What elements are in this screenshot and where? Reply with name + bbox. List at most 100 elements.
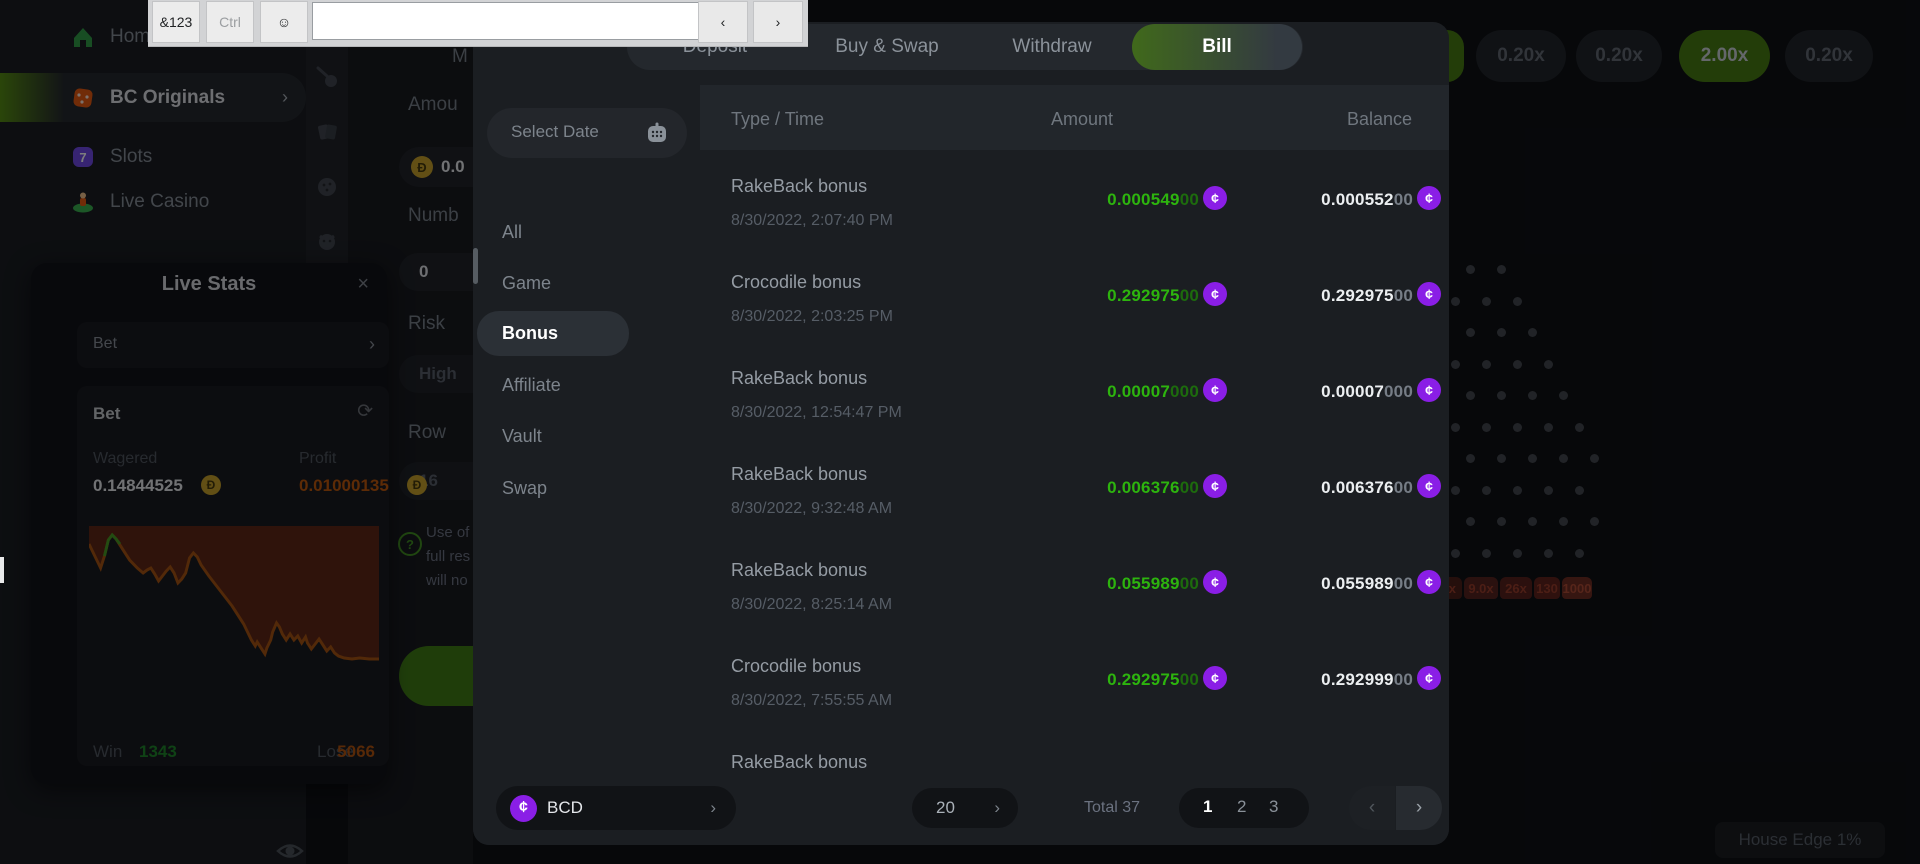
- row-time: 8/30/2022, 9:32:48 AM: [731, 500, 892, 518]
- text-cursor-artifact: [0, 557, 4, 583]
- row-balance: 0.00637600: [1321, 478, 1413, 498]
- row-balance: 0.00007000: [1321, 382, 1413, 402]
- bcd-coin-icon: ¢: [1203, 474, 1227, 498]
- row-amount: 0.29297500: [1107, 670, 1199, 690]
- bcd-coin-icon: ¢: [1203, 666, 1227, 690]
- row-balance: 0.29299900: [1321, 670, 1413, 690]
- table-row: Crocodile bonus 8/30/2022, 7:55:55 AM 0.29…: [473, 632, 1449, 728]
- tab-bill[interactable]: Bill: [1132, 24, 1302, 70]
- balance-main: 0.055989: [1321, 574, 1394, 593]
- row-amount: 0.00054900: [1107, 190, 1199, 210]
- row-time: 8/30/2022, 12:54:47 PM: [731, 404, 902, 422]
- balance-main: 0.000552: [1321, 190, 1394, 209]
- row-amount: 0.00007000: [1107, 382, 1199, 402]
- modal-footer: ¢ BCD › 20 › Total 37 1 2 3 ‹ ›: [473, 775, 1449, 845]
- row-time: 8/30/2022, 2:07:40 PM: [731, 212, 893, 230]
- col-amount: Amount: [1028, 109, 1113, 130]
- tab-label: Buy & Swap: [835, 36, 939, 58]
- select-date-placeholder: Select Date: [511, 122, 599, 142]
- tab-label: Bill: [1202, 36, 1232, 58]
- amount-main: 0.292975: [1107, 670, 1180, 689]
- balance-main: 0.292999: [1321, 670, 1394, 689]
- amount-main: 0.00007: [1107, 382, 1170, 401]
- bcd-coin-icon: ¢: [1417, 666, 1441, 690]
- amount-trailing-zeros: 00: [1180, 670, 1199, 689]
- row-time: 8/30/2022, 7:55:55 AM: [731, 692, 892, 710]
- row-type: RakeBack bonus: [731, 464, 867, 485]
- chevron-right-icon: ›: [710, 798, 716, 818]
- amount-main: 0.006376: [1107, 478, 1180, 497]
- bcd-coin-icon: ¢: [1417, 474, 1441, 498]
- row-type: Crocodile bonus: [731, 272, 861, 293]
- select-date-input[interactable]: Select Date: [487, 108, 687, 158]
- row-type: RakeBack bonus: [731, 176, 867, 197]
- page-2[interactable]: 2: [1237, 797, 1246, 817]
- row-amount: 0.05598900: [1107, 574, 1199, 594]
- table-row: Crocodile bonus 8/30/2022, 2:03:25 PM 0.29…: [473, 248, 1449, 344]
- page-1[interactable]: 1: [1203, 797, 1212, 817]
- amount-main: 0.292975: [1107, 286, 1180, 305]
- balance-trailing-zeros: 00: [1394, 574, 1413, 593]
- table-row: RakeBack bonus8/30/2022, 12:54:47 PM0.00…: [473, 344, 1449, 440]
- balance-trailing-zeros: 00: [1394, 286, 1413, 305]
- tab-label: Withdraw: [1012, 36, 1091, 58]
- keyboard-key-ctrl[interactable]: Ctrl: [206, 1, 254, 43]
- bcd-coin-icon: ¢: [1417, 186, 1441, 210]
- row-amount: 0.00637600: [1107, 478, 1199, 498]
- keyboard-prev-button[interactable]: ‹: [698, 1, 748, 43]
- keyboard-key-emoji[interactable]: ☺: [260, 1, 308, 43]
- amount-trailing-zeros: 00: [1180, 574, 1199, 593]
- col-type-time: Type / Time: [731, 109, 824, 130]
- amount-trailing-zeros: 00: [1180, 190, 1199, 209]
- amount-trailing-zeros: 00: [1180, 478, 1199, 497]
- row-time: 8/30/2022, 2:03:25 PM: [731, 308, 893, 326]
- row-amount: 0.29297500: [1107, 286, 1199, 306]
- bcd-coin-icon: ¢: [1203, 378, 1227, 402]
- tab-buy-swap[interactable]: Buy & Swap: [817, 24, 957, 70]
- bcd-coin-icon: ¢: [510, 795, 537, 822]
- row-type: RakeBack bonus: [731, 560, 867, 581]
- next-page-button[interactable]: ›: [1396, 786, 1442, 830]
- table-row: RakeBack bonus 8/30/2022, 8:25:14 AM 0.055…: [473, 536, 1449, 632]
- page-3[interactable]: 3: [1269, 797, 1278, 817]
- calendar-icon: [647, 122, 667, 144]
- total-count: Total 37: [1084, 799, 1140, 817]
- balance-main: 0.006376: [1321, 478, 1394, 497]
- table-header: Type / Time Amount Balance: [700, 85, 1449, 150]
- tab-withdraw[interactable]: Withdraw: [987, 24, 1117, 70]
- chevron-right-icon: ›: [994, 798, 1000, 818]
- bcd-coin-icon: ¢: [1203, 186, 1227, 210]
- row-time: 8/30/2022, 8:25:14 AM: [731, 596, 892, 614]
- row-balance: 0.05598900: [1321, 574, 1413, 594]
- row-type: Crocodile bonus: [731, 656, 861, 677]
- keyboard-next-button[interactable]: ›: [753, 1, 803, 43]
- handwriting-input[interactable]: [312, 2, 710, 40]
- bcd-coin-icon: ¢: [1417, 378, 1441, 402]
- bcd-coin-icon: ¢: [1203, 282, 1227, 306]
- currency-label: BCD: [547, 798, 583, 818]
- balance-main: 0.00007: [1321, 382, 1384, 401]
- bill-modal: DepositBuy & SwapWithdrawBill Type / Tim…: [473, 22, 1449, 845]
- page-size-value: 20: [936, 798, 955, 818]
- bcd-coin-icon: ¢: [1203, 570, 1227, 594]
- balance-trailing-zeros: 00: [1394, 478, 1413, 497]
- keyboard-key-symbols[interactable]: &123: [152, 1, 200, 43]
- row-type: RakeBack bonus: [731, 752, 867, 773]
- bcd-coin-icon: ¢: [1417, 282, 1441, 306]
- row-balance: 0.00055200: [1321, 190, 1413, 210]
- page-size-select[interactable]: 20 ›: [912, 788, 1018, 828]
- table-row: RakeBack bonus 8/30/2022, 2:07:40 PM 0.000…: [473, 152, 1449, 248]
- pagination: 1 2 3: [1179, 788, 1309, 828]
- touch-keyboard-bar: &123Ctrl☺ ‹ ›: [148, 0, 808, 47]
- amount-main: 0.055989: [1107, 574, 1180, 593]
- scrollbar-thumb[interactable]: [473, 248, 478, 284]
- bcd-coin-icon: ¢: [1417, 570, 1441, 594]
- currency-select[interactable]: ¢ BCD ›: [496, 786, 736, 830]
- balance-trailing-zeros: 00: [1394, 670, 1413, 689]
- balance-trailing-zeros: 00: [1394, 190, 1413, 209]
- prev-page-button[interactable]: ‹: [1349, 786, 1395, 830]
- balance-trailing-zeros: 000: [1384, 382, 1413, 401]
- amount-main: 0.000549: [1107, 190, 1180, 209]
- row-balance: 0.29297500: [1321, 286, 1413, 306]
- table-row: RakeBack bonus 8/30/2022, 9:32:48 AM 0.006…: [473, 440, 1449, 536]
